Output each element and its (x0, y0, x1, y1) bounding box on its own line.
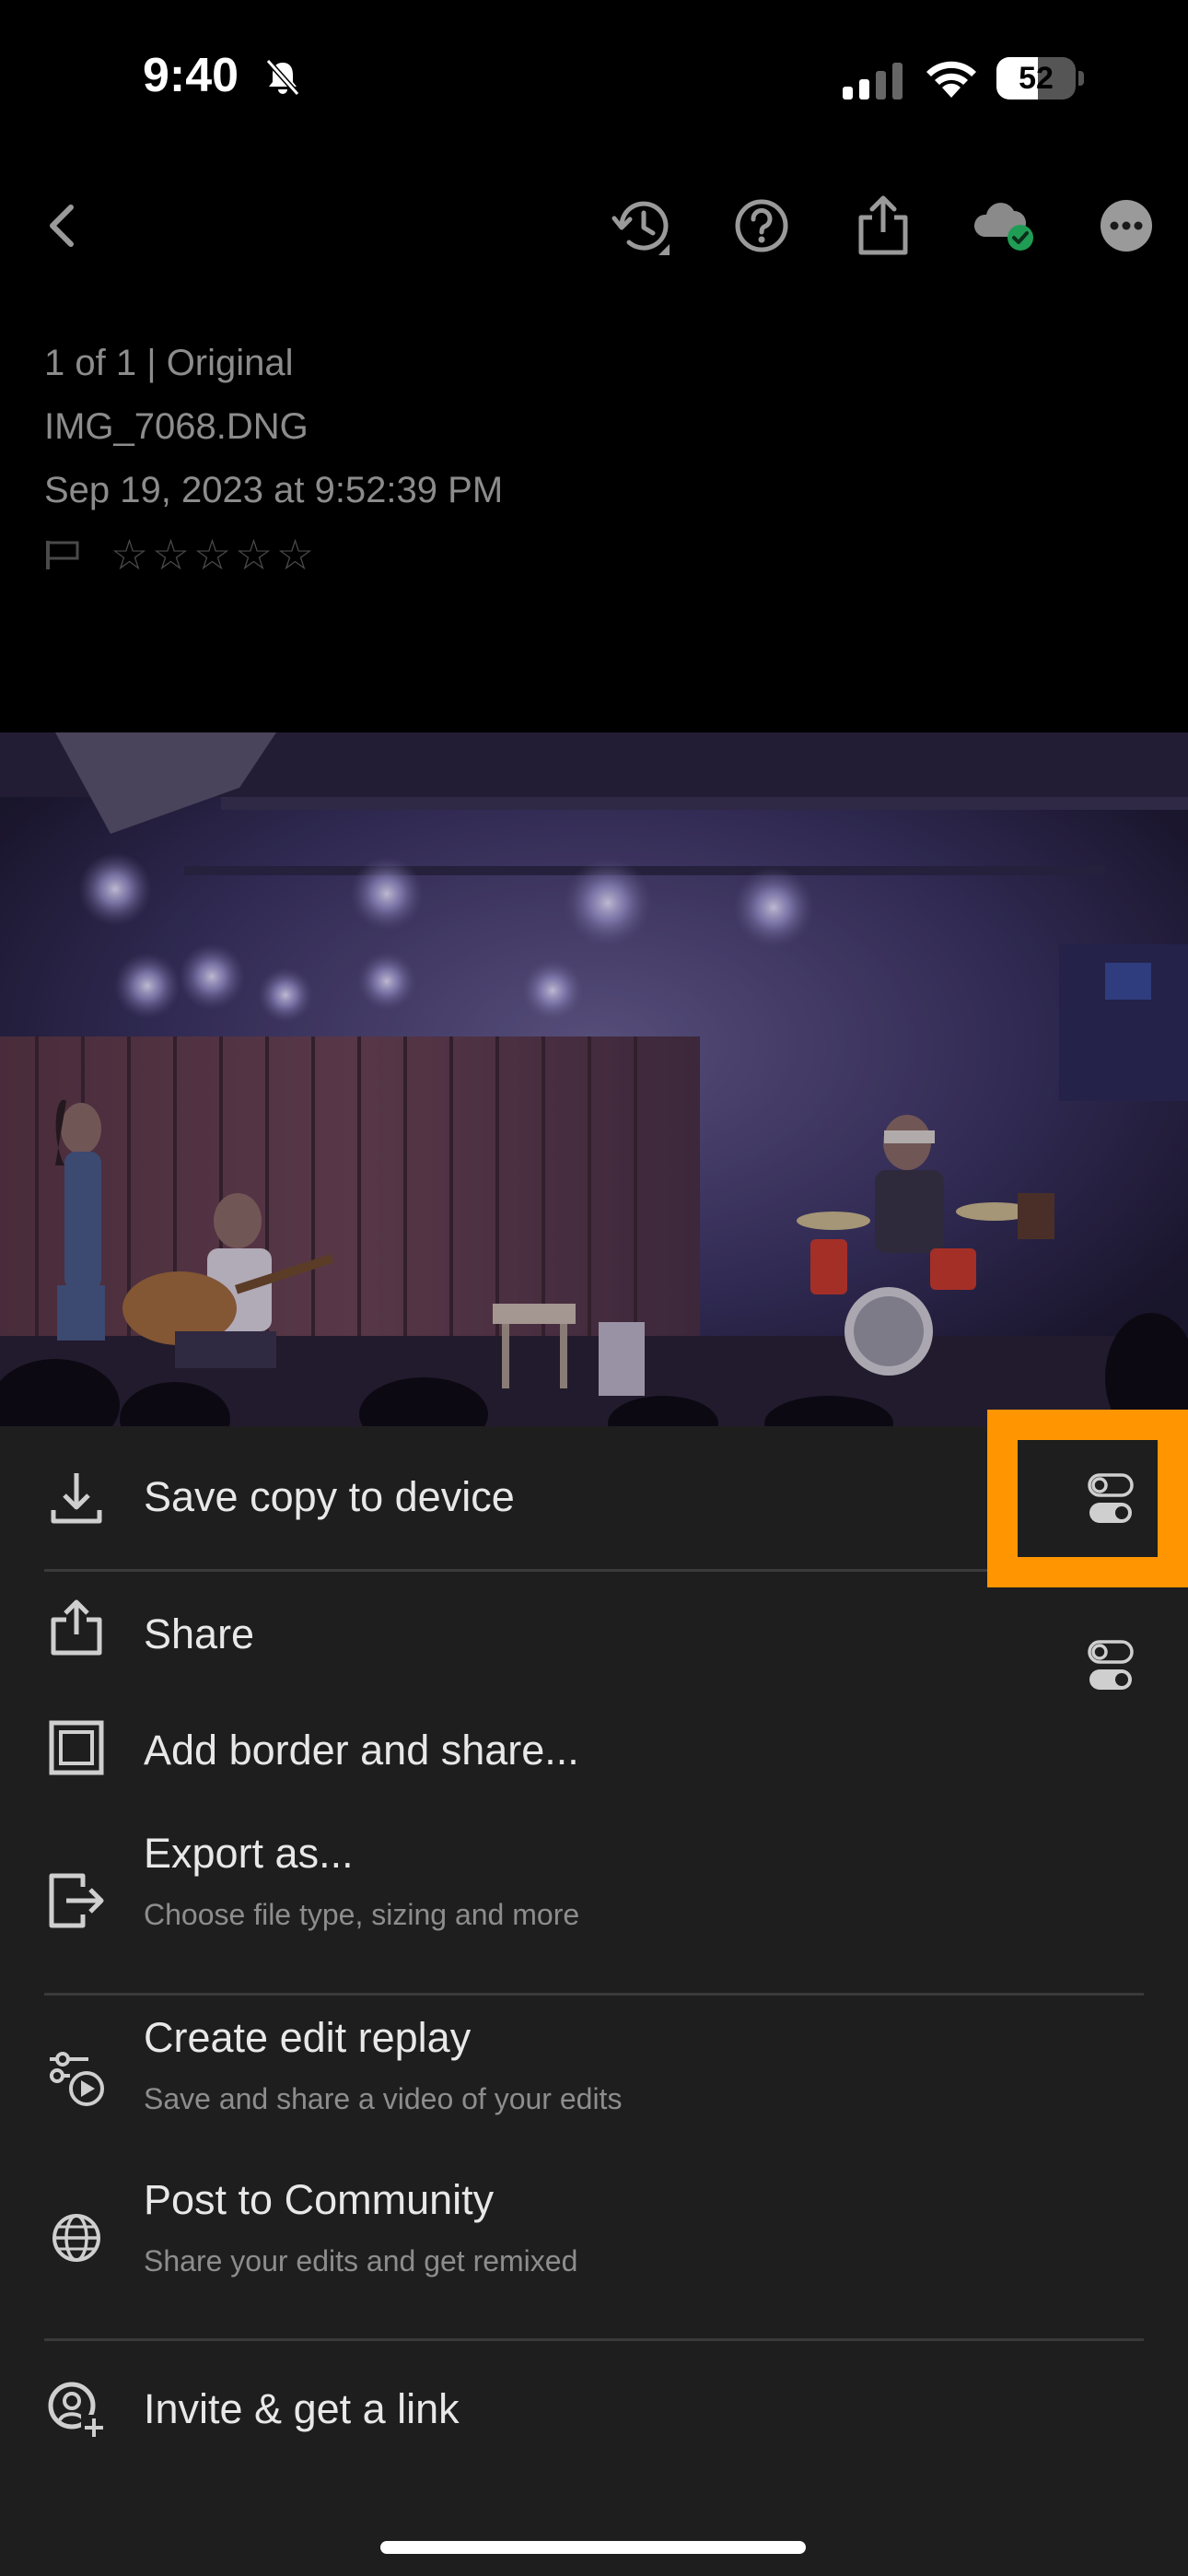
edit-replay-subtitle: Save and share a video of your edits (144, 2082, 623, 2115)
invite-icon (48, 2382, 107, 2441)
photo-date: Sep 19, 2023 at 9:52:39 PM (44, 470, 504, 510)
globe-icon (52, 2214, 100, 2262)
photo-filename: IMG_7068.DNG (44, 406, 309, 447)
battery-indicator: 52 (996, 57, 1085, 100)
star-icon[interactable]: ☆ (192, 533, 233, 576)
edit-replay-label: Create edit replay (144, 2014, 472, 2061)
add-border-and-share[interactable]: Add border and share... (0, 1692, 1188, 1811)
star-rating[interactable]: ☆ ☆ ☆ ☆ ☆ (109, 533, 316, 576)
photo-info: 1 of 1 | Original IMG_7068.DNG Sep 19, 2… (44, 332, 503, 586)
history-icon (611, 201, 670, 255)
download-icon (51, 1473, 102, 1524)
help-button[interactable] (720, 175, 803, 276)
add-border-label: Add border and share... (144, 1727, 579, 1774)
history-button[interactable] (600, 175, 683, 276)
post-to-community-label: Post to Community (144, 2176, 495, 2223)
edit-replay-icon (50, 2052, 104, 2106)
export-icon (49, 1873, 104, 1928)
border-icon (49, 1720, 104, 1775)
status-bar: 9:40 52 (0, 0, 1188, 157)
export-as[interactable]: Export as... Choose file type, sizing an… (0, 1811, 1188, 1991)
home-indicator[interactable] (380, 2541, 806, 2554)
top-toolbar (0, 175, 1188, 276)
share-label: Share (144, 1610, 255, 1657)
star-icon[interactable]: ☆ (233, 533, 274, 576)
save-copy-label: Save copy to device (144, 1473, 515, 1520)
invite-label: Invite & get a link (144, 2385, 460, 2432)
star-icon[interactable]: ☆ (150, 533, 192, 576)
star-icon[interactable]: ☆ (274, 533, 316, 576)
wifi-icon (926, 61, 976, 98)
bell-slash-icon (265, 59, 300, 96)
share-sheet: Save copy to device Share Add border and… (0, 1426, 1188, 2576)
star-icon[interactable]: ☆ (109, 533, 150, 576)
status-time: 9:40 (143, 49, 239, 102)
post-to-community[interactable]: Post to Community Share your edits and g… (0, 2161, 1188, 2327)
invite-get-link[interactable]: Invite & get a link (0, 2341, 1188, 2479)
save-settings-toggle-icon[interactable] (1087, 1471, 1135, 1527)
battery-level: 52 (1019, 61, 1054, 96)
flag-icon[interactable] (44, 538, 83, 571)
photo-preview (0, 732, 1188, 1428)
share-icon (858, 195, 908, 255)
flag-and-rating: ☆ ☆ ☆ ☆ ☆ (44, 522, 503, 586)
cloud-sync-button[interactable] (963, 175, 1046, 276)
back-icon (50, 205, 74, 247)
share-toolbar-button[interactable] (842, 175, 925, 276)
share-option[interactable]: Share (0, 1572, 1188, 1692)
create-edit-replay[interactable]: Create edit replay Save and share a vide… (0, 1996, 1188, 2161)
help-icon (735, 199, 788, 252)
photo-position: 1 of 1 | Original (44, 343, 294, 383)
more-button[interactable] (1085, 175, 1168, 276)
post-to-community-subtitle: Share your edits and get remixed (144, 2244, 578, 2277)
more-icon (1101, 200, 1152, 252)
share-icon (51, 1599, 102, 1656)
share-settings-toggle-icon[interactable] (1087, 1638, 1135, 1693)
cellular-signal-icon (843, 63, 903, 100)
export-as-subtitle: Choose file type, sizing and more (144, 1898, 580, 1931)
back-button[interactable] (20, 175, 103, 276)
cloud-synced-icon (973, 203, 1033, 251)
export-as-label: Export as... (144, 1830, 354, 1877)
